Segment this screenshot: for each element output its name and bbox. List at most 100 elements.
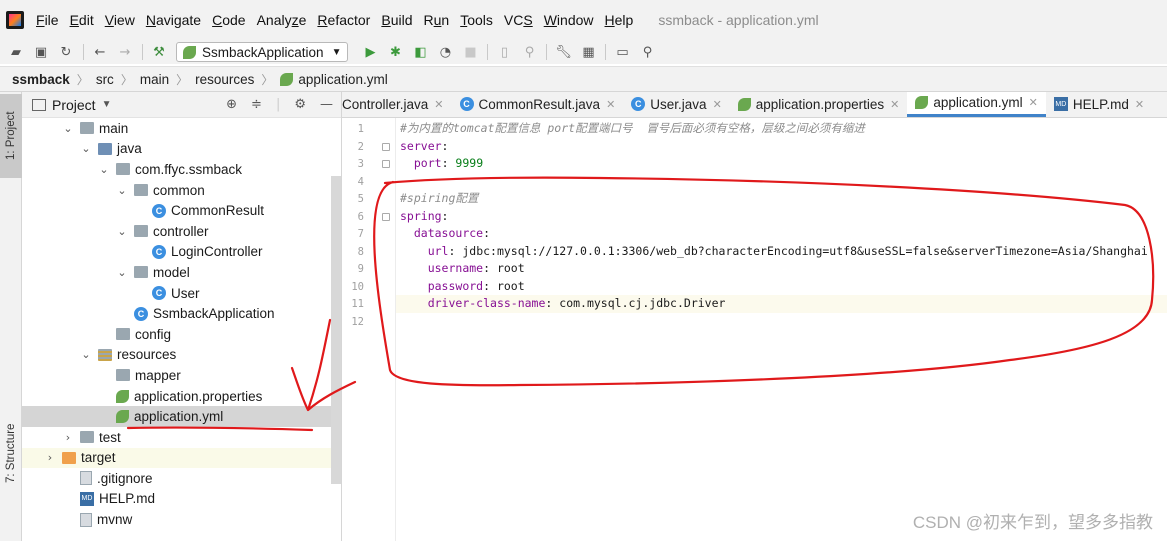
open-folder-icon[interactable]: ▰	[8, 44, 24, 60]
menu-build[interactable]: Build	[381, 12, 412, 28]
search-icon[interactable]: ⚲	[639, 44, 655, 60]
chevron-down-icon[interactable]: ⌄	[80, 348, 92, 361]
sync-icon[interactable]: ↻	[58, 44, 74, 60]
tree-item[interactable]: application.properties	[22, 386, 341, 407]
editor-tab[interactable]: MD HELP.md ✕	[1046, 92, 1152, 117]
breadcrumb-item[interactable]: ssmback	[12, 72, 70, 87]
build-hammer-icon[interactable]: ⚒	[151, 44, 167, 60]
menu-bar: File Edit View Navigate Code Analyze Refactor B…	[0, 0, 1167, 40]
tree-item[interactable]: C SsmbackApplication	[22, 303, 341, 324]
profile-icon[interactable]: ◔	[437, 44, 453, 60]
breadcrumb-item[interactable]: resources	[195, 72, 254, 87]
chevron-down-icon[interactable]: ▼	[102, 99, 112, 110]
menu-run[interactable]: Run	[424, 12, 450, 28]
menu-analyze[interactable]: Analyze	[257, 12, 307, 28]
markdown-icon: MD	[80, 491, 94, 506]
breadcrumb-item[interactable]: application.yml	[298, 72, 387, 87]
close-icon[interactable]: ✕	[1029, 96, 1038, 109]
code-token: :	[483, 261, 497, 275]
tab-project-tool[interactable]: 1: Project	[0, 94, 22, 178]
menu-tools[interactable]: Tools	[460, 12, 493, 28]
chevron-down-icon[interactable]: ⌄	[116, 266, 128, 279]
tree-item[interactable]: ⌄ common	[22, 180, 341, 201]
debug-icon[interactable]: ✱	[387, 44, 403, 60]
tree-item[interactable]: ⌄ java	[22, 139, 341, 160]
tree-item[interactable]: › target	[22, 447, 341, 469]
tree-item[interactable]: application.yml	[22, 406, 341, 427]
menu-window[interactable]: Window	[544, 12, 594, 28]
tab-structure-tool[interactable]: 7: Structure	[0, 414, 22, 492]
tree-item[interactable]: ⌄ resources	[22, 345, 341, 366]
chevron-down-icon[interactable]: ⌄	[116, 184, 128, 197]
menu-refactor[interactable]: Refactor	[317, 12, 370, 28]
menu-code[interactable]: Code	[212, 12, 245, 28]
tree-item[interactable]: ⌄ main	[22, 118, 341, 139]
tree-item[interactable]: mvnw	[22, 509, 341, 530]
hide-icon[interactable]: —	[320, 97, 333, 112]
save-icon[interactable]: ▣	[33, 44, 49, 60]
editor-tab[interactable]: C User.java ✕	[623, 92, 730, 117]
chevron-down-icon[interactable]: ⌄	[98, 163, 110, 176]
terminal-icon[interactable]: ▭	[614, 44, 630, 60]
menu-file[interactable]: File	[36, 12, 59, 28]
chevron-right-icon[interactable]: ›	[44, 451, 56, 464]
folder-icon	[80, 431, 94, 444]
project-panel-title[interactable]: Project	[52, 97, 96, 113]
tree-item-label: com.ffyc.ssmback	[135, 161, 243, 177]
tree-item[interactable]: config	[22, 324, 341, 345]
stop-icon[interactable]: ■	[462, 44, 478, 60]
chevron-down-icon[interactable]: ⌄	[62, 122, 74, 135]
close-icon[interactable]: ✕	[606, 98, 615, 111]
toolbar-separator	[142, 44, 143, 60]
menu-edit[interactable]: Edit	[70, 12, 94, 28]
editor-tab[interactable]: application.yml ✕	[907, 92, 1046, 117]
project-structure-icon[interactable]: ▦	[580, 44, 596, 60]
run-icon[interactable]: ▶	[362, 44, 378, 60]
forward-icon[interactable]: →	[117, 44, 133, 60]
tree-item[interactable]: C User	[22, 283, 341, 304]
tree-item[interactable]: mapper	[22, 365, 341, 386]
fold-marker-icon[interactable]	[382, 212, 390, 221]
tree-item[interactable]: ⌄ controller	[22, 221, 341, 242]
breadcrumb-item[interactable]: main	[140, 72, 169, 87]
project-tree-scrollbar[interactable]	[331, 176, 341, 484]
editor-tab-label: CommonResult.java	[478, 96, 601, 112]
close-icon[interactable]: ✕	[434, 98, 443, 111]
line-number: 2	[357, 140, 364, 153]
coverage-icon[interactable]: ◧	[412, 44, 428, 60]
menu-help[interactable]: Help	[605, 12, 634, 28]
collapse-all-icon[interactable]: ≑	[251, 97, 262, 112]
editor-tab[interactable]: application.properties ✕	[730, 92, 908, 117]
breadcrumb-item[interactable]: src	[96, 72, 114, 87]
search-structure-icon[interactable]: ⚲	[521, 44, 537, 60]
fold-marker-icon[interactable]	[382, 142, 390, 151]
tree-item[interactable]: › test	[22, 427, 341, 448]
tree-item[interactable]: C LoginController	[22, 242, 341, 263]
device-icon[interactable]: ▯	[496, 44, 512, 60]
editor-tab[interactable]: Controller.java ✕	[342, 92, 452, 117]
tree-item-label: application.yml	[134, 409, 224, 425]
code-area[interactable]: #为内置的tomcat配置信息 port配置端口号 冒号后面必须有空格，层级之间…	[396, 118, 1167, 541]
tree-item[interactable]: C CommonResult	[22, 200, 341, 221]
run-configuration-select[interactable]: SsmbackApplication ▼	[176, 42, 349, 62]
menu-vcs[interactable]: VCS	[504, 12, 533, 28]
back-icon[interactable]: ←	[92, 44, 108, 60]
gear-icon[interactable]: ⚙	[294, 97, 306, 112]
menu-view[interactable]: View	[105, 12, 135, 28]
fold-marker-icon[interactable]	[382, 160, 390, 168]
tree-item[interactable]: MD HELP.md	[22, 489, 341, 510]
chevron-down-icon[interactable]: ⌄	[116, 225, 128, 238]
settings-wrench-icon[interactable]: 🔧︎	[555, 44, 572, 60]
tree-item[interactable]: ⌄ com.ffyc.ssmback	[22, 159, 341, 180]
menu-navigate[interactable]: Navigate	[146, 12, 201, 28]
code-token: :	[448, 243, 463, 258]
editor-tab[interactable]: C CommonResult.java ✕	[452, 92, 624, 117]
locate-icon[interactable]: ⊕	[226, 97, 237, 112]
close-icon[interactable]: ✕	[1135, 98, 1144, 111]
close-icon[interactable]: ✕	[890, 98, 899, 111]
tree-item[interactable]: ⌄ model	[22, 262, 341, 283]
tree-item[interactable]: .gitignore	[22, 468, 341, 489]
close-icon[interactable]: ✕	[713, 98, 722, 111]
chevron-right-icon[interactable]: ›	[62, 431, 74, 444]
chevron-down-icon[interactable]: ⌄	[80, 142, 92, 155]
